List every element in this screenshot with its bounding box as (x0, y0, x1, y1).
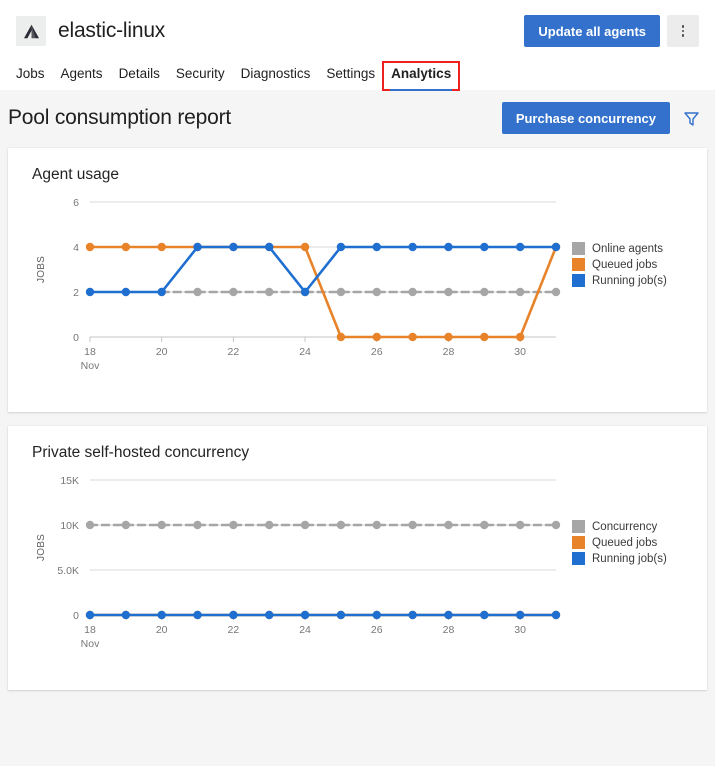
legend-label: Online agents (592, 243, 663, 255)
svg-text:24: 24 (299, 624, 311, 636)
svg-text:20: 20 (156, 624, 168, 636)
svg-text:30: 30 (514, 346, 526, 358)
private-concurrency-card: Private self-hosted concurrency 0 5.0K 10K… (8, 426, 707, 690)
svg-text:6: 6 (73, 197, 79, 209)
svg-text:JOBS: JOBS (36, 534, 47, 561)
legend-swatch-blue (572, 552, 585, 565)
svg-text:10K: 10K (60, 520, 79, 532)
header-top-bar: elastic-linux Update all agents (0, 0, 715, 54)
legend-label: Concurrency (592, 521, 657, 533)
tab-details[interactable]: Details (111, 62, 168, 90)
legend-item-queued-jobs[interactable]: Queued jobs (572, 258, 667, 271)
purchase-concurrency-button[interactable]: Purchase concurrency (502, 102, 670, 134)
tab-agents[interactable]: Agents (53, 62, 111, 90)
legend-item-concurrency[interactable]: Concurrency (572, 520, 667, 533)
legend-swatch-gray (572, 520, 585, 533)
private-concurrency-legend: Concurrency Queued jobs Running job(s) (572, 462, 667, 568)
agent-usage-legend: Online agents Queued jobs Running job(s) (572, 184, 667, 290)
legend-item-online-agents[interactable]: Online agents (572, 242, 667, 255)
update-all-agents-button[interactable]: Update all agents (524, 15, 660, 47)
page-repo-title: elastic-linux (58, 19, 165, 43)
svg-text:18: 18 (84, 346, 96, 358)
tab-diagnostics[interactable]: Diagnostics (233, 62, 319, 90)
svg-text:30: 30 (514, 624, 526, 636)
private-concurrency-chart-wrap: 0 5.0K 10K 15K 18 20 22 24 26 28 30 Nov JOBS Concurr… (8, 462, 707, 657)
legend-label: Running job(s) (592, 275, 667, 287)
svg-text:22: 22 (228, 346, 240, 358)
svg-text:4: 4 (73, 242, 79, 254)
legend-swatch-blue (572, 274, 585, 287)
legend-item-running-jobs[interactable]: Running job(s) (572, 274, 667, 287)
filter-button[interactable] (682, 109, 701, 128)
svg-text:22: 22 (228, 624, 240, 636)
agent-pool-logo-icon (16, 16, 46, 46)
tab-security[interactable]: Security (168, 62, 233, 90)
svg-text:24: 24 (299, 346, 311, 358)
legend-swatch-orange (572, 536, 585, 549)
header-actions: Update all agents (524, 15, 699, 47)
more-vertical-icon-dot (682, 34, 685, 37)
legend-swatch-orange (572, 258, 585, 271)
tab-analytics[interactable]: Analytics (383, 62, 459, 90)
page-title-row: Pool consumption report Purchase concurr… (0, 90, 715, 148)
svg-text:15K: 15K (60, 475, 79, 487)
svg-text:Nov: Nov (81, 638, 100, 650)
agent-usage-chart-wrap: 024618202224262830NovJOBS Online agents … (8, 184, 707, 379)
svg-text:2: 2 (73, 287, 79, 299)
agent-usage-line-chart: 024618202224262830NovJOBS (8, 184, 568, 379)
filter-funnel-icon (682, 109, 701, 128)
svg-text:0: 0 (73, 332, 79, 344)
svg-text:26: 26 (371, 346, 383, 358)
svg-text:0: 0 (73, 610, 79, 622)
legend-item-running-jobs[interactable]: Running job(s) (572, 552, 667, 565)
svg-text:26: 26 (371, 624, 383, 636)
svg-text:18: 18 (84, 624, 96, 636)
tab-settings[interactable]: Settings (318, 62, 383, 90)
agent-usage-plot-area[interactable]: 024618202224262830NovJOBS (8, 184, 568, 379)
primary-tab-bar: Jobs Agents Details Security Diagnostics… (0, 54, 715, 90)
svg-text:28: 28 (443, 346, 455, 358)
private-concurrency-plot-area[interactable]: 0 5.0K 10K 15K 18 20 22 24 26 28 30 Nov JOBS (8, 462, 568, 657)
legend-label: Running job(s) (592, 553, 667, 565)
more-vertical-icon-dot (682, 30, 685, 33)
agent-usage-card: Agent usage 024618202224262830NovJOBS On… (8, 148, 707, 412)
page-title: Pool consumption report (8, 106, 231, 130)
svg-text:5.0K: 5.0K (57, 565, 79, 577)
tab-jobs[interactable]: Jobs (8, 62, 53, 90)
svg-text:JOBS: JOBS (36, 256, 47, 283)
private-concurrency-card-title: Private self-hosted concurrency (8, 426, 707, 462)
svg-text:Nov: Nov (81, 360, 100, 372)
more-vertical-icon-dot (682, 25, 685, 28)
more-options-button[interactable] (667, 15, 699, 47)
legend-label: Queued jobs (592, 537, 657, 549)
page-header: elastic-linux Update all agents Jobs Age… (0, 0, 715, 90)
legend-swatch-gray (572, 242, 585, 255)
legend-label: Queued jobs (592, 259, 657, 271)
private-concurrency-line-chart: 0 5.0K 10K 15K 18 20 22 24 26 28 30 Nov JOBS (8, 462, 568, 657)
agent-usage-card-title: Agent usage (8, 148, 707, 184)
legend-item-queued-jobs[interactable]: Queued jobs (572, 536, 667, 549)
svg-text:28: 28 (443, 624, 455, 636)
svg-text:20: 20 (156, 346, 168, 358)
page-title-actions: Purchase concurrency (502, 102, 701, 134)
